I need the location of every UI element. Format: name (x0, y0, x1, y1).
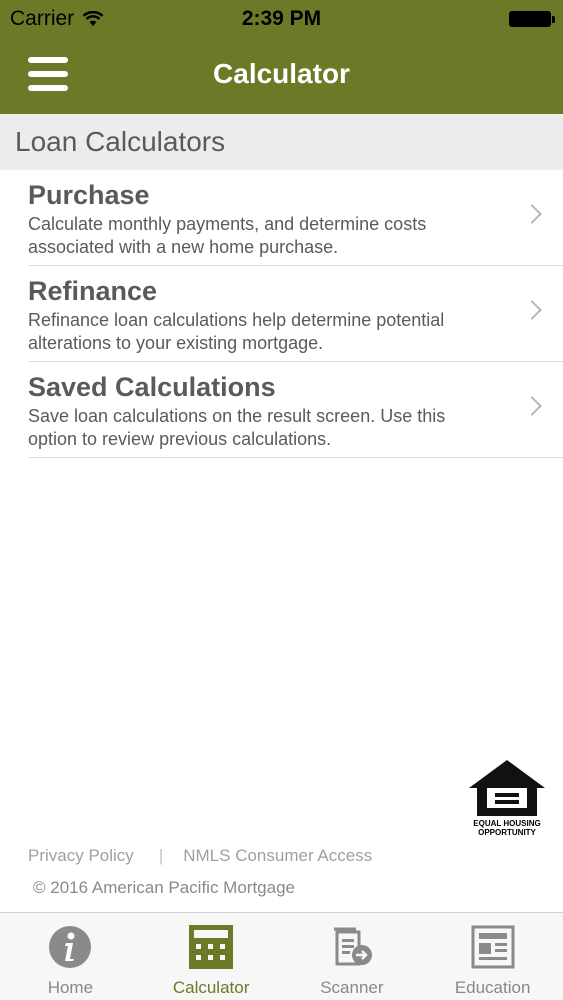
info-icon (49, 926, 92, 968)
equal-housing-line1: EQUAL HOUSING (473, 819, 541, 828)
page-title: Calculator (213, 58, 350, 89)
list-item-description: Refinance loan calculations help determi… (28, 310, 445, 353)
chevron-right-icon (522, 204, 542, 224)
privacy-policy-link[interactable]: Privacy Policy (28, 846, 134, 866)
calculator-icon (189, 925, 234, 969)
footer-links: Privacy Policy | NMLS Consumer Access (28, 846, 372, 866)
tab-label: Scanner (320, 978, 384, 997)
equal-housing-text: EQUAL HOUSING OPPORTUNITY (465, 819, 549, 837)
tab-label: Home (47, 978, 94, 997)
list-item-title: Saved Calculations (28, 372, 276, 402)
chevron-right-icon (522, 396, 542, 416)
tab-scanner[interactable]: Scanner (282, 913, 423, 1000)
footer-separator: | (158, 846, 164, 865)
tab-home[interactable]: Home (0, 913, 141, 1000)
tab-bar: Home Calculator Scanner Education (0, 912, 563, 1000)
copyright: © 2016 American Pacific Mortgage (33, 878, 295, 897)
nmls-link[interactable]: NMLS Consumer Access (183, 846, 372, 866)
tab-label: Calculator (172, 978, 250, 997)
status-time: 2:39 PM (241, 7, 322, 30)
list-item-saved-calculations[interactable]: Saved Calculations Save loan calculation… (28, 362, 563, 458)
scanner-icon (333, 927, 372, 966)
list-item-description: Calculate monthly payments, and determin… (28, 214, 427, 257)
tab-education[interactable]: Education (422, 913, 563, 1000)
nav-bar: Calculator (0, 38, 563, 114)
section-header: Loan Calculators (0, 114, 563, 170)
newspaper-icon (471, 925, 515, 969)
list-item-purchase[interactable]: Purchase Calculate monthly payments, and… (28, 170, 563, 266)
equal-housing-line2: OPPORTUNITY (478, 828, 536, 837)
tab-label: Education (454, 978, 531, 997)
chevron-right-icon (522, 300, 542, 320)
section-header-label: Loan Calculators (15, 126, 226, 157)
calculator-list: Purchase Calculate monthly payments, and… (0, 170, 563, 458)
list-item-title: Purchase (28, 180, 150, 210)
battery-icon (509, 11, 555, 27)
status-bar: Carrier 2:39 PM (0, 0, 563, 38)
list-item-description: Save loan calculations on the result scr… (28, 406, 446, 449)
list-item-title: Refinance (28, 276, 158, 306)
tab-calculator[interactable]: Calculator (141, 913, 282, 1000)
list-item-refinance[interactable]: Refinance Refinance loan calculations he… (28, 266, 563, 362)
